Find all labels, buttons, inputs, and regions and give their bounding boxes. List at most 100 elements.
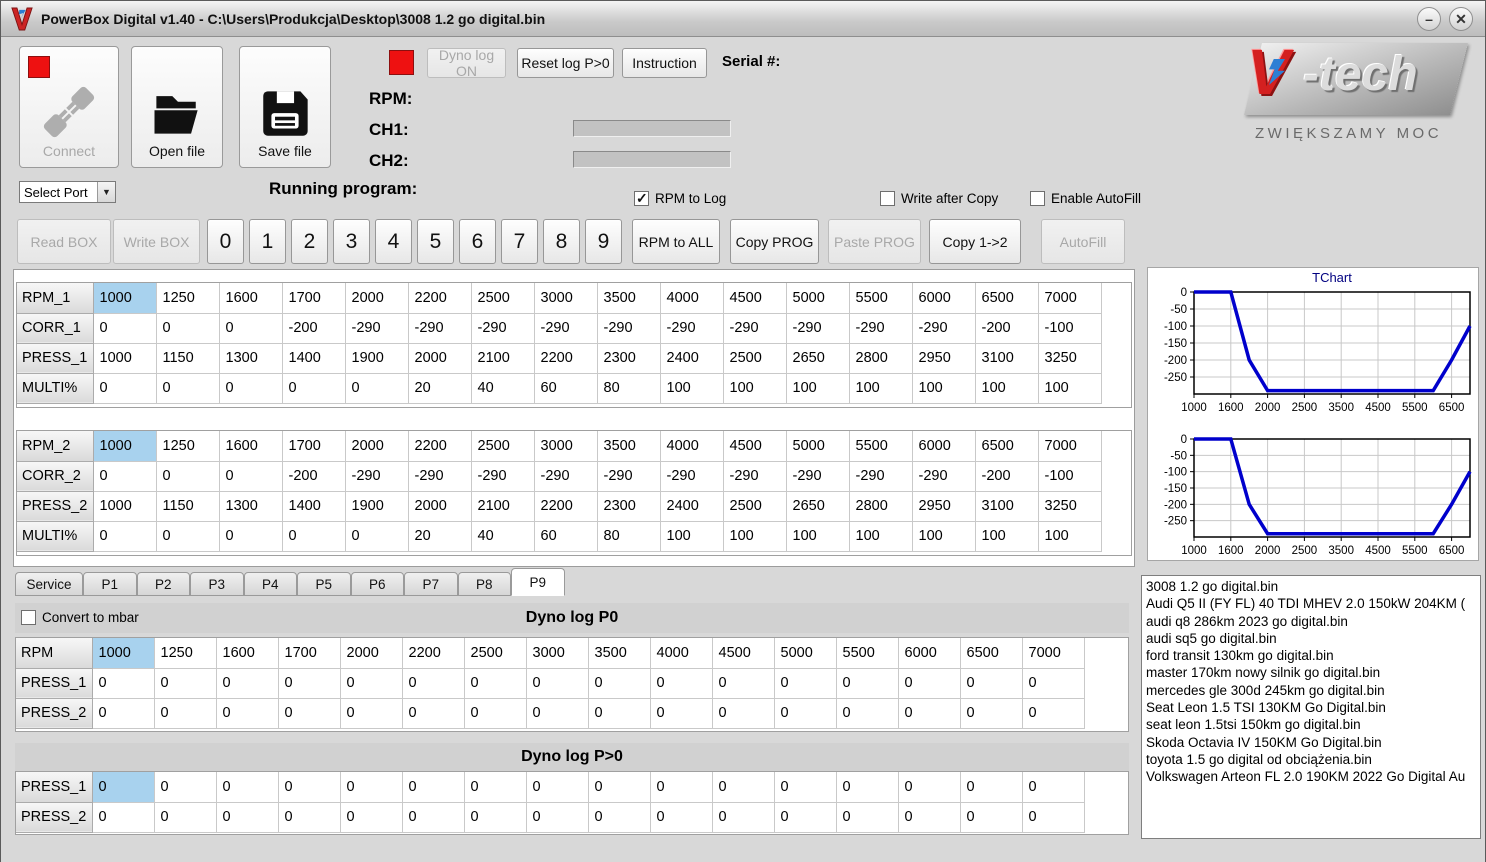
enable-autofill-checkbox[interactable]: Enable AutoFill: [1030, 191, 1141, 206]
grid-cell[interactable]: 100: [912, 521, 976, 552]
grid-cell[interactable]: 7000: [1022, 638, 1085, 669]
grid-cell[interactable]: 0: [402, 698, 465, 729]
chevron-down-icon[interactable]: ▼: [97, 182, 115, 202]
paste-prog-button[interactable]: Paste PROG: [828, 219, 921, 264]
file-list-item[interactable]: mercedes gle 300d 245km go digital.bin: [1142, 682, 1480, 699]
grid-cell[interactable]: 0: [960, 772, 1023, 803]
grid-cell[interactable]: 5500: [836, 638, 899, 669]
grid-cell[interactable]: 0: [526, 668, 589, 699]
grid-cell[interactable]: -290: [849, 461, 913, 492]
grid-cell[interactable]: 0: [898, 802, 961, 833]
grid-cell[interactable]: 4500: [723, 283, 787, 314]
grid-cell[interactable]: 2500: [723, 491, 787, 522]
program-button-4[interactable]: 4: [375, 219, 412, 264]
file-list-item[interactable]: audi sq5 go digital.bin: [1142, 630, 1480, 647]
grid-cell[interactable]: 100: [975, 521, 1039, 552]
grid-cell[interactable]: 0: [402, 802, 465, 833]
file-list-item[interactable]: audi q8 286km 2023 go digital.bin: [1142, 613, 1480, 630]
tab-p4[interactable]: P4: [243, 572, 297, 596]
grid-cell[interactable]: 40: [471, 373, 535, 404]
title-bar[interactable]: PowerBox Digital v1.40 - C:\Users\Produk…: [1, 1, 1485, 37]
tab-p2[interactable]: P2: [136, 572, 190, 596]
grid-cell[interactable]: 0: [92, 802, 155, 833]
grid-cell[interactable]: 0: [464, 802, 527, 833]
grid-cell[interactable]: 60: [534, 373, 598, 404]
grid-cell[interactable]: 1400: [282, 343, 346, 374]
grid-cell[interactable]: 100: [660, 521, 724, 552]
grid-cell[interactable]: 2200: [534, 343, 598, 374]
checkbox-box[interactable]: [880, 191, 895, 206]
grid-cell[interactable]: 40: [471, 521, 535, 552]
grid-cell[interactable]: -290: [849, 313, 913, 344]
grid-cell[interactable]: 100: [1038, 373, 1102, 404]
grid-cell[interactable]: 2300: [597, 343, 661, 374]
grid-cell[interactable]: 20: [408, 521, 472, 552]
grid-cell[interactable]: 0: [154, 802, 217, 833]
grid-cell[interactable]: 0: [588, 668, 651, 699]
file-list-item[interactable]: Audi Q5 II (FY FL) 40 TDI MHEV 2.0 150kW…: [1142, 595, 1480, 612]
convert-to-mbar-checkbox[interactable]: Convert to mbar: [21, 610, 139, 625]
file-list-item[interactable]: master 170km nowy silnik go digital.bin: [1142, 664, 1480, 681]
grid-cell[interactable]: 2300: [597, 491, 661, 522]
grid-cell[interactable]: 0: [154, 772, 217, 803]
grid-cell[interactable]: 0: [219, 521, 283, 552]
grid-cell[interactable]: 0: [340, 802, 403, 833]
grid-cell[interactable]: 1250: [156, 431, 220, 462]
grid-cell[interactable]: 0: [774, 772, 837, 803]
file-list-item[interactable]: Volkswagen Arteon FL 2.0 190KM 2022 Go D…: [1142, 768, 1480, 785]
grid-cell[interactable]: 0: [526, 698, 589, 729]
grid-cell[interactable]: 0: [156, 521, 220, 552]
grid-cell[interactable]: 6000: [912, 283, 976, 314]
grid-cell[interactable]: 0: [278, 668, 341, 699]
grid-cell[interactable]: 0: [340, 668, 403, 699]
copy-1-to-2-button[interactable]: Copy 1->2: [929, 219, 1021, 264]
grid-cell[interactable]: 6000: [912, 431, 976, 462]
grid-cell[interactable]: 0: [219, 461, 283, 492]
grid-cell[interactable]: 3100: [975, 343, 1039, 374]
tab-p8[interactable]: P8: [457, 572, 511, 596]
grid-cell[interactable]: 2500: [471, 431, 535, 462]
tab-p1[interactable]: P1: [83, 572, 137, 596]
grid-cell[interactable]: 0: [650, 772, 713, 803]
grid-cell[interactable]: 2000: [340, 638, 403, 669]
program-button-8[interactable]: 8: [543, 219, 580, 264]
program-button-5[interactable]: 5: [417, 219, 454, 264]
grid-cell[interactable]: -290: [723, 313, 787, 344]
grid-cell[interactable]: -290: [660, 461, 724, 492]
grid-cell[interactable]: 60: [534, 521, 598, 552]
grid-cell[interactable]: 0: [345, 373, 409, 404]
grid-cell[interactable]: -290: [912, 461, 976, 492]
grid-cell[interactable]: 0: [588, 802, 651, 833]
grid-cell[interactable]: 3250: [1038, 491, 1102, 522]
dyno-log-on-button[interactable]: Dyno log ON: [427, 47, 506, 79]
grid-cell[interactable]: 1000: [93, 343, 157, 374]
grid-cell[interactable]: 100: [912, 373, 976, 404]
grid-cell[interactable]: 2200: [408, 431, 472, 462]
grid-cell[interactable]: -290: [534, 313, 598, 344]
grid-cell[interactable]: 0: [960, 802, 1023, 833]
grid-cell[interactable]: -290: [471, 461, 535, 492]
file-list-item[interactable]: Seat Leon 1.5 TSI 130KM Go Digital.bin: [1142, 699, 1480, 716]
tab-p9[interactable]: P9: [511, 568, 565, 596]
grid-cell[interactable]: 2000: [345, 283, 409, 314]
grid-cell[interactable]: -290: [786, 313, 850, 344]
grid-cell[interactable]: 2400: [660, 491, 724, 522]
grid-cell[interactable]: 0: [526, 772, 589, 803]
grid-cell[interactable]: 100: [786, 373, 850, 404]
grid-cell[interactable]: 1150: [156, 343, 220, 374]
grid-cell[interactable]: 4000: [660, 431, 724, 462]
grid-cell[interactable]: 0: [1022, 698, 1085, 729]
close-button[interactable]: ✕: [1449, 7, 1473, 31]
grid-cell[interactable]: 1150: [156, 491, 220, 522]
grid-cell[interactable]: 0: [219, 373, 283, 404]
grid-cell[interactable]: 1700: [282, 431, 346, 462]
grid-cell[interactable]: 100: [975, 373, 1039, 404]
copy-prog-button[interactable]: Copy PROG: [730, 219, 819, 264]
grid-cell[interactable]: 4000: [660, 283, 724, 314]
grid-cell[interactable]: 0: [93, 521, 157, 552]
grid-cell[interactable]: 0: [588, 698, 651, 729]
grid-cell[interactable]: 3500: [588, 638, 651, 669]
grid-cell[interactable]: 0: [650, 802, 713, 833]
grid-cell[interactable]: 0: [1022, 802, 1085, 833]
grid-cell[interactable]: 5000: [786, 283, 850, 314]
